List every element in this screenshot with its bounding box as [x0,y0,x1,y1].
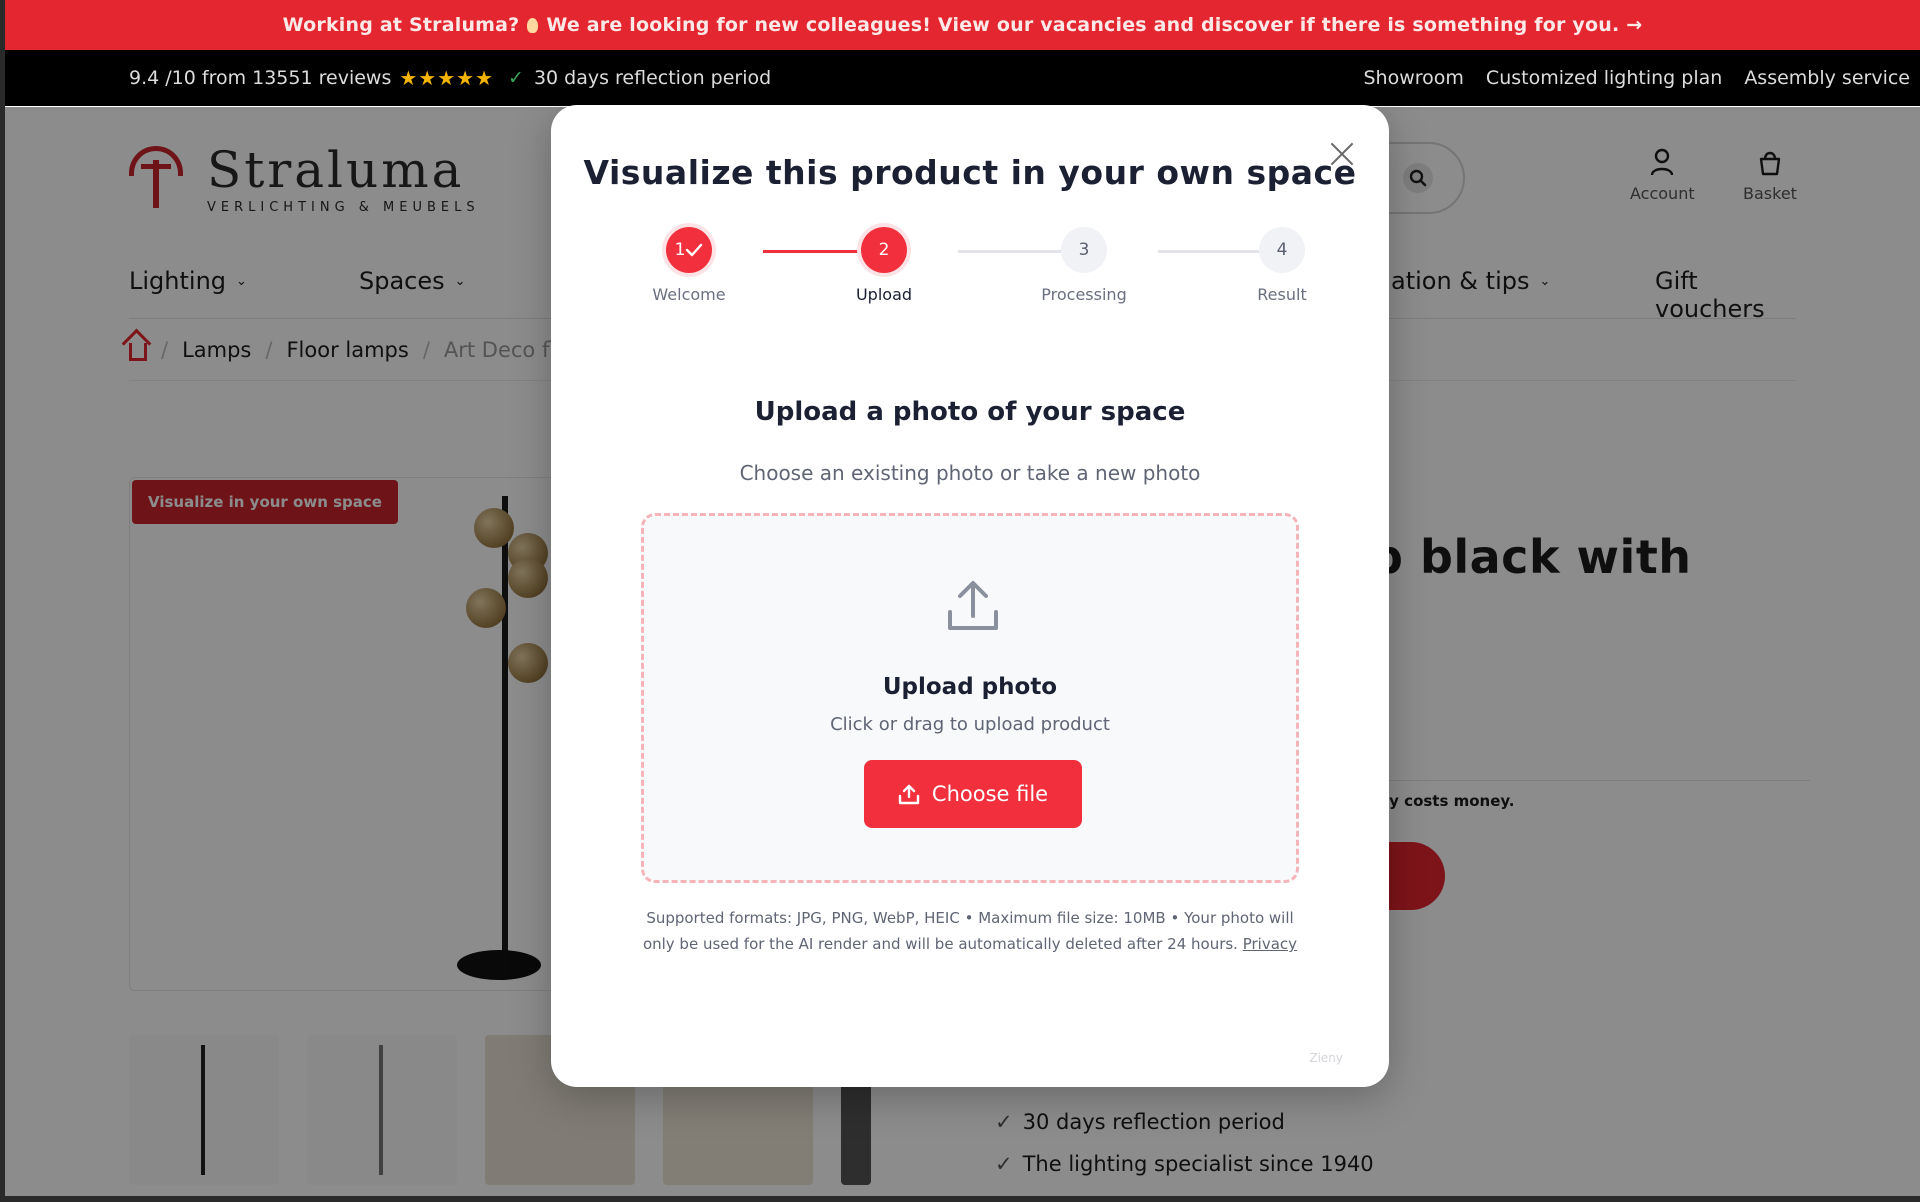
lighting-plan-link[interactable]: Customized lighting plan [1486,67,1722,89]
modal-title: Visualize this product in your own space [583,153,1357,192]
step-number: 1 [674,240,686,260]
check-icon: ✓ [508,67,524,89]
upload-icon [898,784,920,805]
vacancy-text-end: We are looking for new colleagues! View … [546,14,1643,36]
page: Working at Straluma? We are looking for … [5,0,1920,1196]
step-welcome: 1 Welcome [619,227,759,304]
step-label: Processing [1041,285,1127,304]
step-result: 4 Result [1212,227,1352,304]
step-processing: 3 Processing [1014,227,1154,304]
step-indicator: 1 [666,227,712,273]
step-upload: 2 Upload [814,227,954,304]
choose-file-button[interactable]: Choose file [864,760,1082,828]
lightbulb-icon [527,17,539,33]
service-links: Showroom Customized lighting plan Assemb… [1364,67,1920,89]
photo-dropzone[interactable]: Upload photo Click or drag to upload pro… [641,513,1299,883]
review-rating[interactable]: 9.4 /10 from 13551 reviews [129,67,391,89]
dropzone-subtitle: Click or drag to upload product [830,714,1110,735]
reflection-period: 30 days reflection period [533,67,772,89]
dropzone-title: Upload photo [882,674,1058,700]
step-indicator: 3 [1061,227,1107,273]
progress-stepper: 1 Welcome 2 Upload 3 Processing 4 Result [621,227,1321,317]
step-indicator: 2 [861,227,907,273]
upload-fine-print: Supported formats: JPG, PNG, WebP, HEIC … [637,905,1303,957]
fine-print-text: Supported formats: JPG, PNG, WebP, HEIC … [642,909,1294,953]
step-label: Result [1257,285,1307,304]
provider-logo: Zieny [1309,1051,1343,1065]
check-icon [686,243,703,257]
step-indicator: 4 [1259,227,1305,273]
vacancy-banner[interactable]: Working at Straluma? We are looking for … [5,0,1920,50]
visualize-modal: Visualize this product in your own space… [551,105,1389,1087]
upload-icon [948,581,998,630]
upload-heading: Upload a photo of your space [754,397,1186,427]
step-label: Upload [855,285,913,304]
assembly-service-link[interactable]: Assembly service [1744,67,1910,89]
upload-subheading: Choose an existing photo or take a new p… [739,461,1201,485]
vacancy-text-start: Working at Straluma? [282,14,520,36]
info-bar: 9.4 /10 from 13551 reviews ★★★★★ ✓ 30 da… [5,50,1920,106]
star-rating-icon: ★★★★★ [399,66,495,90]
showroom-link[interactable]: Showroom [1364,67,1464,89]
step-label: Welcome [652,285,726,304]
choose-file-label: Choose file [931,782,1049,806]
privacy-link[interactable]: Privacy [1243,935,1297,953]
